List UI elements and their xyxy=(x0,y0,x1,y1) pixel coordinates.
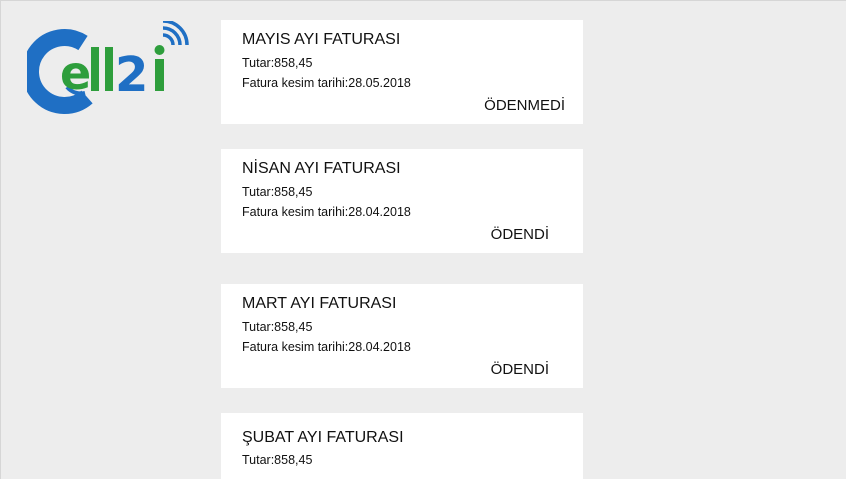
bill-title: MAYIS AYI FATURASI xyxy=(242,31,401,48)
bill-title: NİSAN AYI FATURASI xyxy=(242,160,401,177)
svg-text:e: e xyxy=(60,46,91,100)
bill-card[interactable]: MART AYI FATURASI Tutar:858,45 Fatura ke… xyxy=(221,284,583,388)
bill-date: Fatura kesim tarihi:28.05.2018 xyxy=(242,76,411,90)
bill-date: Fatura kesim tarihi:28.04.2018 xyxy=(242,340,411,354)
bill-amount: Tutar:858,45 xyxy=(242,320,313,334)
bill-card[interactable]: ŞUBAT AYI FATURASI Tutar:858,45 xyxy=(221,413,583,479)
bill-card[interactable]: NİSAN AYI FATURASI Tutar:858,45 Fatura k… xyxy=(221,149,583,253)
bill-amount: Tutar:858,45 xyxy=(242,453,313,467)
cell2i-logo[interactable]: e 2 xyxy=(27,21,195,115)
svg-text:2: 2 xyxy=(115,47,148,103)
bill-status: ÖDENDİ xyxy=(490,226,549,243)
bill-status: ÖDENMEDİ xyxy=(484,97,565,114)
bill-amount: Tutar:858,45 xyxy=(242,185,313,199)
bill-title: MART AYI FATURASI xyxy=(242,295,397,312)
bill-amount: Tutar:858,45 xyxy=(242,56,313,70)
page: e 2 MAYIS AYI FATURASI Tutar:858,45 Fatu… xyxy=(0,0,846,479)
bill-status: ÖDENDİ xyxy=(490,361,549,378)
bill-card[interactable]: MAYIS AYI FATURASI Tutar:858,45 Fatura k… xyxy=(221,20,583,124)
bill-date: Fatura kesim tarihi:28.04.2018 xyxy=(242,205,411,219)
bill-title: ŞUBAT AYI FATURASI xyxy=(242,429,404,446)
